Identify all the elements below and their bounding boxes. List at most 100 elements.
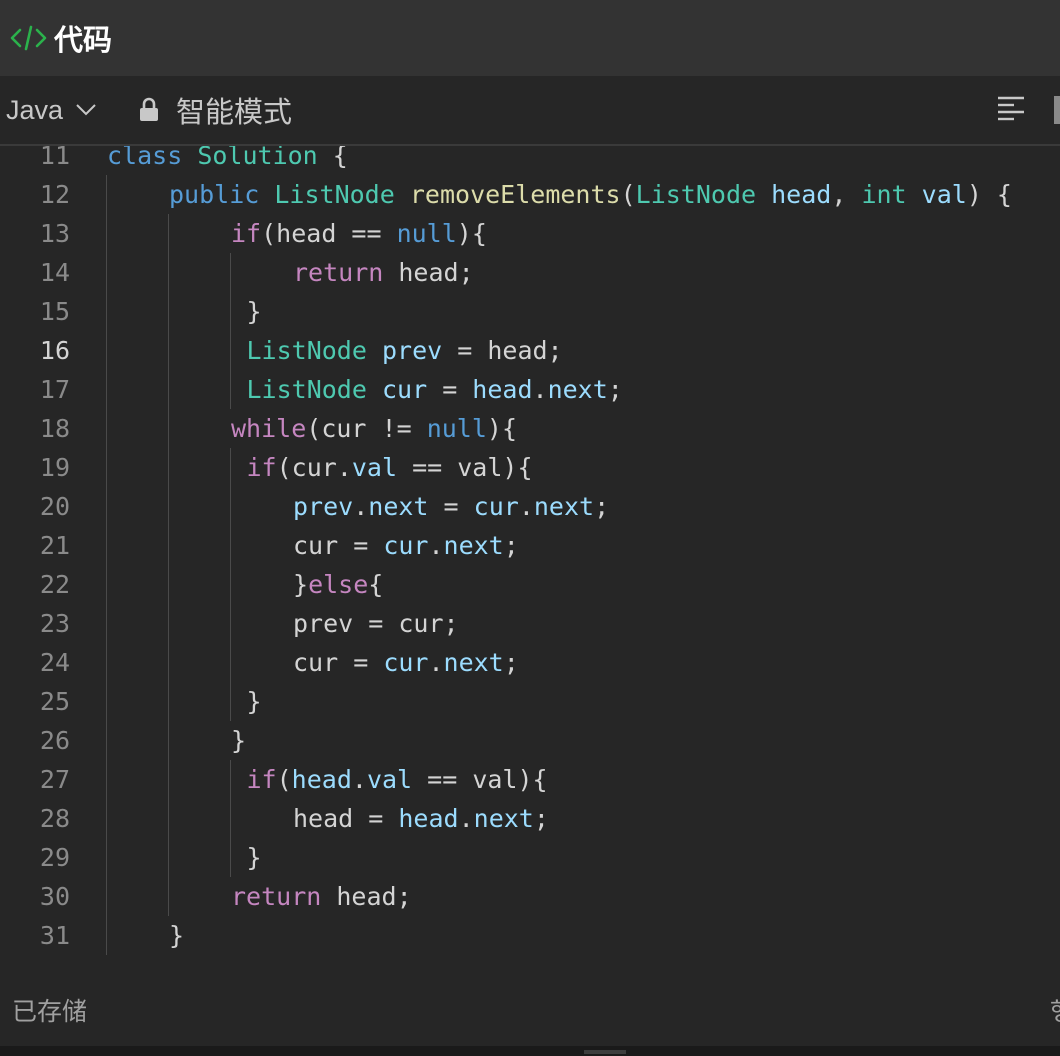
- resize-handle[interactable]: [584, 1050, 626, 1054]
- code-token: if: [246, 765, 277, 794]
- code-token: prev = cur;: [293, 609, 459, 638]
- code-line[interactable]: 17 ListNode cur = head.next;: [0, 370, 1060, 409]
- smart-mode-toggle[interactable]: 智能模式: [138, 91, 292, 129]
- code-token: head: [398, 804, 459, 833]
- indent-guide: [168, 214, 169, 916]
- code-text: ListNode cur = head.next;: [247, 370, 623, 409]
- code-line[interactable]: 24 cur = cur.next;: [0, 643, 1060, 682]
- indent-guide: [230, 253, 231, 409]
- code-text: if(head.val == val){: [247, 760, 548, 799]
- code-text: }: [231, 721, 246, 760]
- code-line[interactable]: 14 return head;: [0, 253, 1060, 292]
- code-token: next: [443, 531, 504, 560]
- code-token: head: [771, 180, 832, 209]
- code-line[interactable]: 16 ListNode prev = head;: [0, 331, 1060, 370]
- code-line[interactable]: 31}: [0, 916, 1060, 955]
- code-token: if: [246, 453, 277, 482]
- code-text: if(head == null){: [231, 214, 487, 253]
- code-token: ) {: [966, 180, 1012, 209]
- chevron-down-icon: [76, 104, 96, 116]
- panel-title: 代码: [54, 23, 113, 57]
- code-text: cur = cur.next;: [293, 643, 519, 682]
- code-line[interactable]: 18 while(cur != null){: [0, 409, 1060, 448]
- line-number: 29: [39, 843, 70, 872]
- code-line[interactable]: 15}: [0, 292, 1060, 331]
- code-line[interactable]: 25}: [0, 682, 1060, 721]
- code-token: ListNode: [274, 180, 395, 209]
- code-token: null: [426, 414, 487, 443]
- line-number: 30: [39, 882, 70, 911]
- code-line[interactable]: 28 head = head.next;: [0, 799, 1060, 838]
- code-line[interactable]: 20 prev.next = cur.next;: [0, 487, 1060, 526]
- code-token: ;: [503, 531, 519, 560]
- code-text: if(cur.val == val){: [247, 448, 533, 487]
- code-token: null: [396, 219, 457, 248]
- code-line[interactable]: 22}else{: [0, 565, 1060, 604]
- code-token: }: [169, 921, 185, 950]
- code-token: .: [353, 492, 369, 521]
- code-token: .: [532, 375, 548, 404]
- code-token: next: [533, 492, 595, 521]
- code-token: head;: [383, 258, 474, 287]
- code-token: .: [351, 765, 367, 794]
- line-number: 13: [39, 219, 70, 248]
- line-number: 16: [39, 336, 70, 365]
- code-text: }: [247, 838, 262, 877]
- line-number: 17: [39, 375, 70, 404]
- line-number: 12: [39, 180, 70, 209]
- code-token: }: [246, 297, 262, 326]
- code-text: head = head.next;: [293, 799, 549, 838]
- code-token: }: [293, 570, 309, 599]
- code-token: .: [428, 648, 444, 677]
- code-token: cur =: [293, 531, 384, 560]
- code-line[interactable]: 12 public ListNode removeElements(ListNod…: [0, 175, 1060, 214]
- code-token: next: [443, 648, 504, 677]
- code-token: ListNode: [635, 180, 757, 209]
- code-token: }: [231, 726, 247, 755]
- code-token: cur: [383, 531, 429, 560]
- code-token: cur: [383, 648, 429, 677]
- code-token: = head;: [442, 336, 563, 365]
- code-token: (: [620, 180, 636, 209]
- lock-icon: [140, 97, 158, 121]
- language-label: Java: [6, 94, 64, 125]
- code-text: return head;: [231, 877, 412, 916]
- code-token: val: [351, 453, 398, 482]
- line-number: 15: [39, 297, 70, 326]
- code-token: prev: [293, 492, 354, 521]
- code-line[interactable]: 13 if(head == null){: [0, 214, 1060, 253]
- code-line[interactable]: 21 cur = cur.next;: [0, 526, 1060, 565]
- code-line[interactable]: 19 if(cur.val == val){: [0, 448, 1060, 487]
- code-text: prev = cur;: [293, 604, 459, 643]
- line-number: 31: [39, 921, 70, 950]
- code-text: cur = cur.next;: [293, 526, 519, 565]
- line-number: 11: [39, 146, 70, 170]
- mode-label: 智能模式: [176, 95, 293, 129]
- code-token: .: [428, 531, 444, 560]
- language-select[interactable]: Java: [6, 92, 97, 128]
- code-token: {: [368, 570, 384, 599]
- code-token: ListNode: [246, 336, 367, 365]
- code-token: head =: [293, 804, 399, 833]
- code-token: =: [427, 375, 473, 404]
- code-text: return head;: [293, 253, 474, 292]
- code-editor[interactable]: 11 class Solution {12 public ListNode remo…: [0, 146, 1060, 962]
- code-line[interactable]: 29}: [0, 838, 1060, 877]
- code-line[interactable]: 30 return head;: [0, 877, 1060, 916]
- code-token: ;: [503, 648, 519, 677]
- format-align-icon[interactable]: [996, 94, 1026, 124]
- toolbar-edge-button[interactable]: [1054, 96, 1060, 124]
- code-token: public: [169, 180, 260, 209]
- code-line[interactable]: 11 class Solution {: [0, 146, 1060, 175]
- code-token: ){: [486, 414, 518, 443]
- code-line[interactable]: 27 if(head.val == val){: [0, 760, 1060, 799]
- code-line[interactable]: 26}: [0, 721, 1060, 760]
- code-line[interactable]: 23 prev = cur;: [0, 604, 1060, 643]
- code-token: next: [368, 492, 429, 521]
